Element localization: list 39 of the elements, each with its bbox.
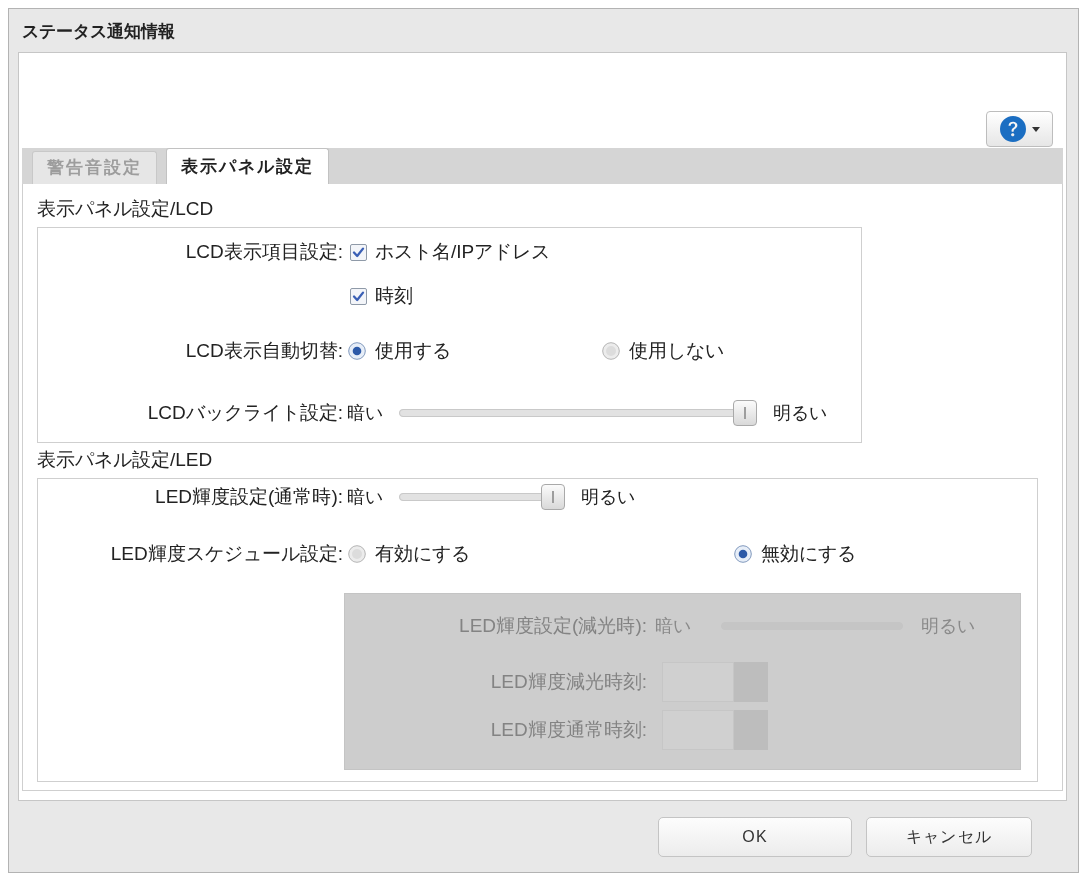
checkbox[interactable] xyxy=(350,243,367,261)
field-label: LED輝度減光時刻: xyxy=(490,669,647,694)
option-label: 使用しない xyxy=(629,338,724,363)
checkbox[interactable] xyxy=(350,287,367,305)
option-label: 無効にする xyxy=(761,541,856,566)
max-label: 明るい xyxy=(581,485,635,509)
dialog-button[interactable]: OK xyxy=(658,816,852,857)
section-title: 表示パネル設定/LCD xyxy=(37,196,214,221)
option-label: 時刻 xyxy=(375,283,413,308)
field-label: LED輝度通常時刻: xyxy=(490,717,647,742)
section-title: 表示パネル設定/LED xyxy=(37,448,213,473)
radio-button[interactable] xyxy=(348,545,366,563)
slider-track[interactable] xyxy=(399,400,757,426)
field-label: LED輝度スケジュール設定: xyxy=(110,541,343,566)
radio-button[interactable] xyxy=(602,342,620,360)
field-label: LED輝度設定(減光時): xyxy=(459,613,647,638)
max-label: 明るい xyxy=(773,401,827,425)
help-button[interactable] xyxy=(986,111,1053,147)
slider-track[interactable] xyxy=(399,484,565,510)
field-label: LCDバックライト設定: xyxy=(147,400,343,425)
option-label: 使用する xyxy=(375,338,451,363)
option-label: 有効にする xyxy=(375,541,470,566)
radio-button[interactable] xyxy=(348,342,366,360)
min-label: 暗い xyxy=(655,614,691,638)
min-label: 暗い xyxy=(347,485,383,509)
field-label: LCD表示項目設定: xyxy=(185,239,343,264)
max-label: 明るい xyxy=(921,614,975,638)
field-label: LED輝度設定(通常時): xyxy=(155,484,343,509)
option-label: ホスト名/IPアドレス xyxy=(375,239,551,264)
tab[interactable]: 表示パネル設定 xyxy=(166,148,330,184)
caret-icon xyxy=(1031,126,1040,132)
radio-button[interactable] xyxy=(734,545,752,563)
dialog-button[interactable]: キャンセル xyxy=(866,816,1032,857)
help-icon xyxy=(999,116,1026,142)
field-label: LCD表示自動切替: xyxy=(185,338,343,363)
window-title: ステータス通知情報 xyxy=(22,20,175,43)
min-label: 暗い xyxy=(347,401,383,425)
slider-thumb[interactable] xyxy=(541,484,565,510)
slider-thumb[interactable] xyxy=(733,400,757,426)
